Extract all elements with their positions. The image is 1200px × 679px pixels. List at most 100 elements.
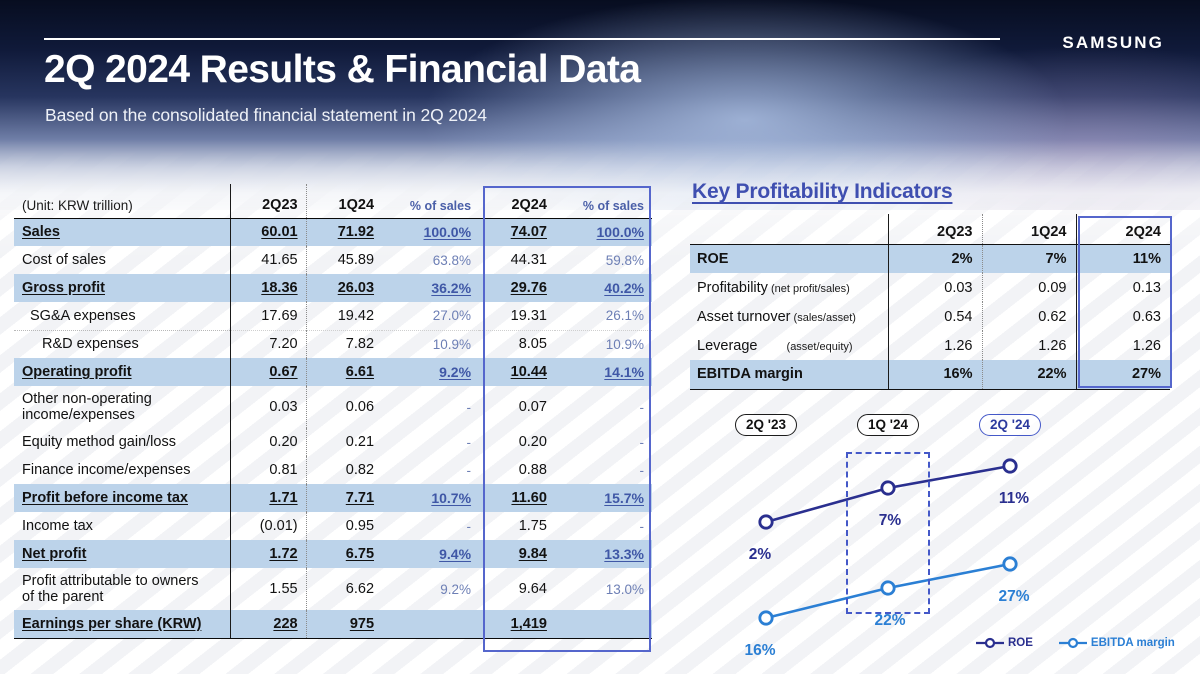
cell-value: 6.75 bbox=[345, 546, 375, 562]
cell-value: 60.01 bbox=[261, 224, 298, 241]
cell-2q24: 74.07 bbox=[479, 218, 555, 246]
row-label: Income tax bbox=[22, 518, 93, 534]
table-row: Operating profit 0.67 6.61 9.2% 10.44 14.1% bbox=[14, 358, 652, 386]
kpi-row-label: ROE bbox=[690, 244, 888, 273]
cell-2q23: 0.67 bbox=[229, 358, 307, 386]
unit-label: (Unit: KRW trillion) bbox=[14, 184, 231, 219]
cell-1q24: 45.89 bbox=[305, 246, 383, 274]
cell-2q23: 7.20 bbox=[229, 329, 307, 358]
cell-value: 29.76 bbox=[510, 280, 547, 296]
cell-2q23: 1.55 bbox=[229, 568, 307, 610]
cell-2q23: 0.20 bbox=[229, 428, 307, 456]
income-statement-table: (Unit: KRW trillion) 2Q23 1Q24% of sales 2Q… bbox=[14, 184, 652, 639]
cell-2q24: 9.64 bbox=[518, 581, 547, 597]
cell-1q24: 0.95 bbox=[305, 512, 383, 540]
cell-value: 10.7% bbox=[431, 490, 472, 506]
row-label: Profit attributable to owners of the pare… bbox=[14, 568, 230, 610]
cell-pct-1q24: 36.2% bbox=[382, 274, 480, 302]
kpi-row-label: EBITDA margin bbox=[690, 360, 888, 390]
table-row: Gross profit 18.36 26.03 36.2% 29.76 40.2% bbox=[14, 274, 652, 302]
cell-value: 9.4% bbox=[439, 546, 472, 562]
cell-2q24: 44.31 bbox=[510, 252, 547, 268]
kpi-cell-1q24: 1.26 bbox=[981, 331, 1076, 360]
data-point-marker bbox=[1002, 556, 1018, 572]
kpi-row: Asset turnover (sales/asset) 0.54 0.62 0.63 bbox=[690, 302, 1170, 331]
cell-1q24: 6.61 bbox=[305, 358, 383, 386]
table-row: Sales 60.01 71.92 100.0% 74.07 100.0% bbox=[14, 218, 652, 246]
legend-item-roe: ROE bbox=[976, 637, 1033, 649]
kpi-cell-2q24: 1.26 bbox=[1075, 331, 1170, 360]
kpi-row: Leverage (asset/equity) 1.26 1.26 1.26 bbox=[690, 331, 1170, 360]
cell-1q24: 26.03 bbox=[305, 274, 383, 302]
kpi-row-label-text: Leverage bbox=[697, 337, 758, 354]
cell-2q24: 0.07 bbox=[518, 399, 547, 415]
data-label-ebitda-1q24: 22% bbox=[874, 612, 906, 629]
table-row: Profit attributable to owners of the pare… bbox=[14, 568, 652, 610]
row-label: Operating profit bbox=[14, 358, 231, 386]
cell-2q24: 0.88 bbox=[518, 462, 547, 478]
cell-2q24: 19.31 bbox=[510, 307, 547, 324]
kpi-cell-2q23: 1.26 bbox=[887, 331, 982, 360]
kpi-row: Profitability (net profit/sales) 0.03 0.09… bbox=[690, 273, 1170, 302]
row-label-text: Operating profit bbox=[22, 364, 132, 380]
table-row: Finance income/expenses 0.81 0.82 - 0.88 - bbox=[14, 456, 652, 484]
quarter-pill-2q23: 2Q '23 bbox=[735, 414, 797, 436]
cell-1q24: 19.42 bbox=[305, 302, 383, 330]
table-row: Income tax (0.01) 0.95 - 1.75 - bbox=[14, 512, 652, 540]
table-row: Net profit 1.72 6.75 9.4% 9.84 13.3% bbox=[14, 540, 652, 568]
cell-value: 10.44 bbox=[510, 364, 547, 380]
kpi-cell-2q23: 0.03 bbox=[887, 273, 982, 302]
cell-1q24: 975 bbox=[305, 610, 383, 639]
cell-2q24: 9.84 bbox=[479, 540, 555, 568]
cell-pct-2q24: 13.0% bbox=[605, 581, 644, 597]
cell-2q23: 228 bbox=[229, 610, 307, 639]
data-label-roe-2q23: 2% bbox=[748, 546, 772, 563]
cell-2q23: 1.71 bbox=[229, 484, 307, 512]
cell-pct-1q24: 9.4% bbox=[382, 540, 480, 568]
kpi-header-row: 2Q23 1Q24 2Q24 bbox=[690, 214, 1170, 245]
kpi-row-sublabel: (net profit/sales) bbox=[767, 282, 850, 295]
kpi-col-header-2q23: 2Q23 bbox=[887, 214, 982, 245]
data-label-roe-1q24: 7% bbox=[878, 512, 902, 529]
col-header-pct-1q24: % of sales bbox=[382, 184, 480, 219]
cell-2q24: 1.75 bbox=[518, 518, 547, 534]
cell-2q24: 1,419 bbox=[479, 610, 555, 639]
kpi-row-label-text: Profitability bbox=[697, 279, 768, 296]
kpi-row: ROE 2% 7% 11% bbox=[690, 244, 1170, 273]
kpi-cell-1q24: 0.62 bbox=[981, 302, 1076, 331]
row-label: Cost of sales bbox=[22, 252, 106, 268]
row-label: Equity method gain/loss bbox=[22, 434, 176, 450]
cell-value: 9.2% bbox=[439, 364, 472, 380]
row-label: Profit before income tax bbox=[14, 484, 231, 512]
row-label-text: Earnings per share (KRW) bbox=[22, 615, 202, 632]
cell-pct-1q24: - bbox=[466, 518, 472, 534]
data-point-marker bbox=[1002, 458, 1018, 474]
kpi-row-sublabel: (sales/asset) bbox=[790, 311, 856, 324]
cell-pct-1q24: - bbox=[466, 434, 472, 450]
page-header: 2Q 2024 Results & Financial Data Based o… bbox=[0, 0, 1200, 150]
title-divider-rule bbox=[44, 38, 1000, 40]
kpi-cell-1q24: 7% bbox=[981, 244, 1076, 273]
cell-value: 975 bbox=[349, 615, 375, 632]
kpi-cell-2q24: 27% bbox=[1075, 360, 1170, 390]
row-label-text: Profit before income tax bbox=[22, 490, 188, 506]
cell-1q24: 0.21 bbox=[305, 428, 383, 456]
kpi-row-sublabel: (asset/equity) bbox=[783, 340, 853, 353]
kpi-row-label-text: EBITDA margin bbox=[697, 366, 803, 383]
cell-value: 1.71 bbox=[269, 490, 298, 506]
table-row: SG&A expenses 17.69 19.42 27.0% 19.31 26.1% bbox=[14, 302, 652, 330]
kpi-row-label-text: Asset turnover bbox=[697, 308, 791, 325]
row-label: Earnings per share (KRW) bbox=[14, 610, 231, 639]
row-label: SG&A expenses bbox=[30, 307, 136, 324]
cell-2q23: 18.36 bbox=[229, 274, 307, 302]
cell-pct-1q24: 10.9% bbox=[382, 329, 480, 358]
cell-value: 1,419 bbox=[510, 615, 547, 632]
cell-1q24: 6.62 bbox=[305, 568, 383, 610]
data-label-ebitda-2q24: 27% bbox=[998, 588, 1030, 605]
samsung-logo: SAMSUNG bbox=[1062, 33, 1164, 52]
row-label-line2: income/expenses bbox=[22, 407, 135, 423]
kpi-cell-2q23: 2% bbox=[887, 244, 982, 273]
quarter-pill-2q24: 2Q '24 bbox=[979, 414, 1041, 436]
legend-label-roe: ROE bbox=[1008, 637, 1033, 649]
col-header-2q24: 2Q24 bbox=[479, 184, 555, 219]
